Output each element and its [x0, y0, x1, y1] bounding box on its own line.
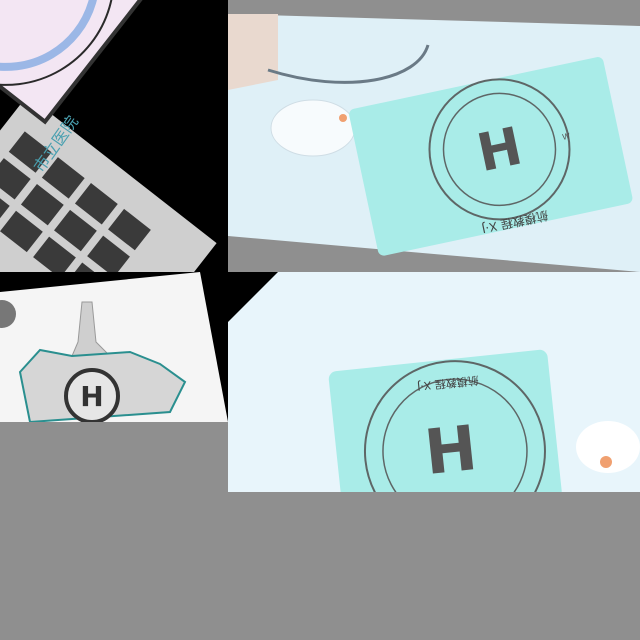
sign-letter: H	[80, 380, 103, 413]
desk-pad-scene: H 航模教程 X·J W	[228, 14, 640, 272]
desk-object	[228, 14, 278, 90]
rooftop-scene: 市立医院	[0, 0, 217, 272]
photo-tile-desk-pad: H 航模教程 X·J W	[228, 0, 640, 272]
mouse	[270, 99, 356, 157]
photo-tile-sign: H	[0, 272, 228, 422]
photo-tile-pad-closeup: 航模教程 X·J H	[228, 272, 640, 492]
photo-tile-rooftop: 市立医院	[0, 0, 228, 272]
closeup-letter: H	[421, 411, 480, 489]
sign-scene: H	[0, 272, 228, 422]
pad-closeup-scene: 航模教程 X·J H	[228, 272, 640, 492]
closeup-mouse-led	[600, 456, 612, 468]
mouse-led	[339, 114, 347, 122]
